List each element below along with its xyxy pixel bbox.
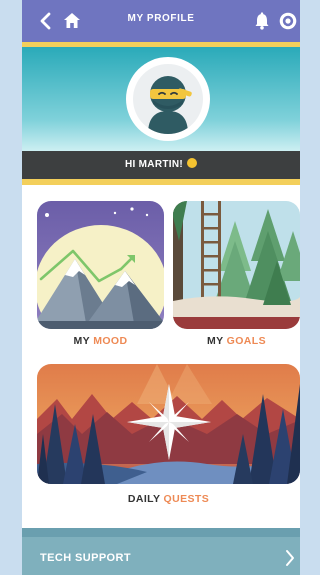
my-goals-tile[interactable] — [173, 201, 300, 329]
header-bar: MY PROFILE — [22, 0, 300, 42]
greeting-bar: HI MARTIN! — [22, 151, 300, 179]
ninja-avatar-icon — [148, 76, 192, 134]
my-goals-label[interactable]: MY GOALS — [173, 335, 300, 347]
avatar[interactable] — [126, 57, 210, 141]
mountains-illustration-icon — [37, 201, 164, 329]
smiley-icon — [187, 158, 197, 168]
greeting-divider — [22, 179, 300, 185]
footer-divider — [22, 528, 300, 537]
forest-ladder-illustration-icon — [173, 201, 300, 329]
daily-quests-tile[interactable] — [37, 364, 300, 484]
alarm-bell-icon[interactable] — [252, 11, 272, 31]
daily-quests-label[interactable]: DAILY QUESTS — [37, 493, 300, 505]
my-mood-tile[interactable] — [37, 201, 164, 329]
my-mood-label[interactable]: MY MOOD — [37, 335, 164, 347]
chevron-right-icon — [286, 550, 294, 566]
compass-forest-illustration-icon — [37, 364, 300, 484]
tech-support-label: TECH SUPPORT — [40, 552, 131, 564]
greeting-text: HI MARTIN! — [125, 159, 183, 170]
tech-support-row[interactable]: TECH SUPPORT — [22, 528, 300, 575]
app-screen: MY PROFILE HI MARTIN! MY MOOD MY GOALS D… — [22, 0, 300, 575]
settings-gear-icon[interactable] — [278, 11, 298, 31]
